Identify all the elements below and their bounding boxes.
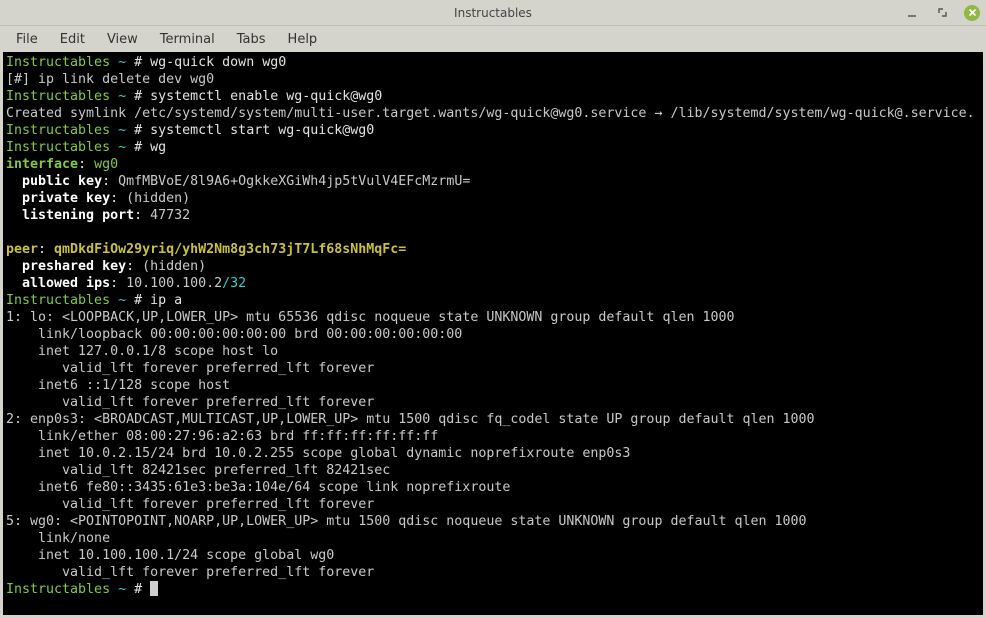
prompt-host: Instructables	[6, 582, 110, 597]
aips-label: allowed ips	[22, 276, 110, 291]
cmd-1: wg-quick down wg0	[150, 55, 286, 70]
aips-ip: 10.100.100.2	[126, 276, 222, 291]
psk-val: (hidden)	[142, 259, 206, 274]
pubkey-label: public key	[22, 174, 102, 189]
ipa-line-5: valid_lft forever preferred_lft forever	[6, 395, 374, 410]
iface-label: interface	[6, 157, 78, 172]
prompt-hash: #	[134, 55, 150, 70]
terminal-window: Instructables File Edit View Terminal Ta…	[0, 0, 986, 618]
out-enable: Created symlink /etc/systemd/system/mult…	[6, 106, 975, 121]
prompt-host: Instructables	[6, 89, 110, 104]
menu-file[interactable]: File	[6, 29, 48, 50]
prompt-cwd: ~	[110, 140, 134, 155]
prompt-cwd: ~	[110, 55, 134, 70]
cmd-3: systemctl start wg-quick@wg0	[150, 123, 374, 138]
menu-edit[interactable]: Edit	[50, 29, 95, 50]
ipa-line-3: valid_lft forever preferred_lft forever	[6, 361, 374, 376]
window-controls	[904, 0, 980, 25]
lport-val: 47732	[150, 208, 190, 223]
close-button[interactable]	[964, 5, 980, 21]
prompt-cwd: ~	[110, 293, 134, 308]
peer-val: qmDkdFiOw29yriq/yhW2Nm8g3ch73jT7Lf68sNhM…	[54, 242, 406, 257]
prompt-hash: #	[134, 89, 150, 104]
aips-mask: /32	[222, 276, 246, 291]
ipa-line-9: valid_lft 82421sec preferred_lft 82421se…	[6, 463, 390, 478]
menu-terminal[interactable]: Terminal	[150, 29, 225, 50]
minimize-button[interactable]	[904, 5, 920, 21]
ipa-line-10: inet6 fe80::3435:61e3:be3a:104e/64 scope…	[6, 480, 518, 495]
cmd-4: wg	[150, 140, 166, 155]
prompt-host: Instructables	[6, 140, 110, 155]
prompt-cwd: ~	[110, 89, 134, 104]
privkey-label: private key	[22, 191, 110, 206]
peer-label: peer	[6, 242, 38, 257]
menu-view[interactable]: View	[97, 29, 148, 50]
psk-label: preshared key	[22, 259, 126, 274]
ipa-line-12: 5: wg0: <POINTOPOINT,NOARP,UP,LOWER_UP> …	[6, 514, 807, 529]
ipa-line-6: 2: enp0s3: <BROADCAST,MULTICAST,UP,LOWER…	[6, 412, 815, 427]
ipa-line-14: inet 10.100.100.1/24 scope global wg0	[6, 548, 334, 563]
prompt-hash: #	[134, 293, 150, 308]
ipa-line-11: valid_lft forever preferred_lft forever	[6, 497, 374, 512]
ipa-line-13: link/none	[6, 531, 118, 546]
ipa-line-2: inet 127.0.0.1/8 scope host lo	[6, 344, 278, 359]
ipa-line-1: link/loopback 00:00:00:00:00:00 brd 00:0…	[6, 327, 462, 342]
cmd-5: ip a	[150, 293, 182, 308]
ipa-line-15: valid_lft forever preferred_lft forever	[6, 565, 374, 580]
lport-label: listening port	[22, 208, 134, 223]
ipa-line-0: 1: lo: <LOOPBACK,UP,LOWER_UP> mtu 65536 …	[6, 310, 735, 325]
out-down: [#] ip link delete dev wg0	[6, 72, 214, 87]
prompt-host: Instructables	[6, 123, 110, 138]
menubar: File Edit View Terminal Tabs Help	[0, 26, 986, 52]
terminal-viewport[interactable]: Instructables ~ # wg-quick down wg0 [#] …	[3, 52, 983, 615]
prompt-hash: #	[134, 123, 150, 138]
ipa-line-8: inet 10.0.2.15/24 brd 10.0.2.255 scope g…	[6, 446, 630, 461]
pubkey-val: QmfMBVoE/8l9A6+OgkkeXGiWh4jp5tVulV4EFcMz…	[118, 174, 470, 189]
cmd-2: systemctl enable wg-quick@wg0	[150, 89, 382, 104]
maximize-button[interactable]	[934, 5, 950, 21]
window-titlebar: Instructables	[0, 0, 986, 26]
prompt-cwd: ~	[110, 582, 134, 597]
ipa-line-7: link/ether 08:00:27:96:a2:63 brd ff:ff:f…	[6, 429, 438, 444]
prompt-cwd: ~	[110, 123, 134, 138]
prompt-hash: #	[134, 140, 150, 155]
window-title: Instructables	[454, 6, 532, 20]
cursor	[150, 581, 158, 596]
iface-val: wg0	[94, 157, 118, 172]
menu-tabs[interactable]: Tabs	[227, 29, 276, 50]
menu-help[interactable]: Help	[278, 29, 328, 50]
ipa-line-4: inet6 ::1/128 scope host	[6, 378, 238, 393]
prompt-hash: #	[134, 582, 150, 597]
privkey-val: (hidden)	[126, 191, 190, 206]
prompt-host: Instructables	[6, 55, 110, 70]
prompt-host: Instructables	[6, 293, 110, 308]
